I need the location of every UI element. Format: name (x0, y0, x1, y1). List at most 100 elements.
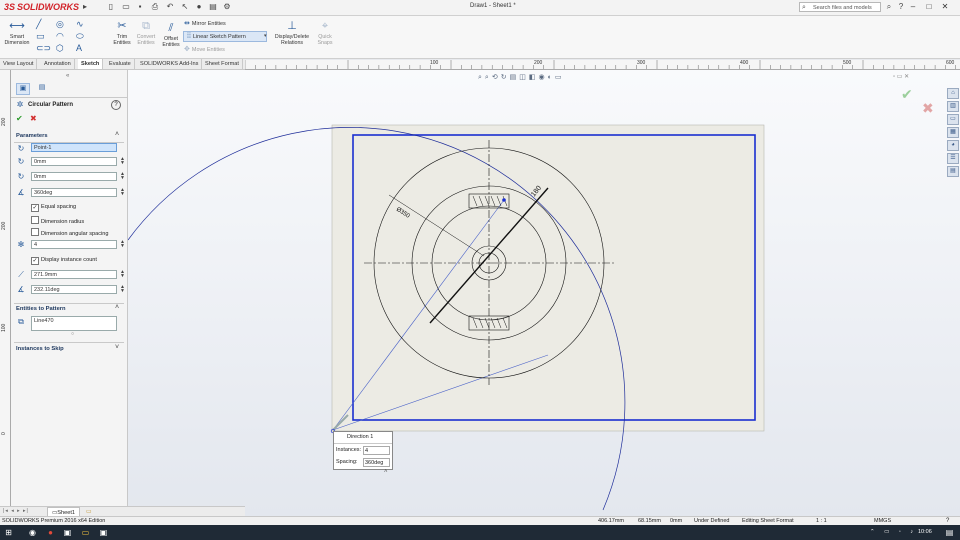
move-icon: ✥ (184, 46, 190, 53)
angle-field[interactable]: 360deg (31, 188, 117, 197)
popup-instances-field[interactable]: 4 (363, 446, 390, 455)
arc-icon[interactable]: ◠ (56, 31, 64, 42)
app-red-icon[interactable]: ● (45, 527, 56, 538)
dimension-angular-spacing-checkbox[interactable]: Dimension angular spacing (31, 228, 108, 237)
tab-solidworks-add-ins[interactable]: SOLIDWORKS Add-Ins (137, 59, 203, 69)
slot-icon[interactable]: ⊂⊃ (36, 43, 51, 54)
center-y-stepper[interactable]: ▲ ▼ (120, 172, 125, 181)
trim-entities-button[interactable]: ✂ Trim Entities (110, 19, 134, 46)
center-y-icon: ↻ (17, 172, 25, 181)
rectangle-icon[interactable]: ▭ (36, 31, 45, 42)
chevron-down-icon[interactable]: ˅ (115, 344, 119, 351)
drawing-canvas[interactable]: Ø350 180 (128, 70, 960, 516)
polygon-icon[interactable]: ⬡ (56, 43, 64, 54)
add-sheet-icon[interactable]: ▭ (86, 508, 92, 515)
move-entities-button[interactable]: ✥ Move Entities (184, 45, 225, 54)
help-icon[interactable]: ? (111, 100, 121, 110)
clock[interactable]: 10:06 (918, 529, 932, 535)
circle-icon[interactable]: ◎ (56, 19, 64, 30)
entities-list[interactable]: Line470 (31, 316, 117, 331)
convert-entities-button[interactable]: ⧉ Convert Entities (134, 19, 158, 46)
instances-to-skip-header[interactable]: Instances to Skip (16, 346, 64, 352)
search-input[interactable]: ⌕ Search files and models (799, 2, 881, 12)
display-delete-relations-button[interactable]: ⊥ Display/Delete Relations (272, 19, 312, 46)
entities-section-header[interactable]: Entities to Pattern (16, 306, 66, 312)
parameters-section-header[interactable]: Parameters (16, 133, 48, 139)
display-instance-count-checkbox[interactable]: ✓ Display instance count (31, 257, 97, 265)
mirror-entities-button[interactable]: ⇹ Mirror Entities (184, 19, 226, 28)
new-document-icon[interactable]: ▯ (106, 2, 116, 12)
pattern-dropdown-arrow-icon[interactable]: ▾ (264, 33, 267, 39)
check-icon[interactable]: ✔ (16, 114, 23, 123)
sheet-navigation-icon[interactable]: |◂ ◂ ▸ ▸| (3, 508, 29, 514)
text-icon[interactable]: A (76, 43, 82, 53)
tab-sketch[interactable]: Sketch (78, 59, 104, 69)
rebuild-icon[interactable]: ● (194, 2, 204, 12)
angle-stepper[interactable]: ▲ ▼ (120, 188, 125, 197)
center-x-field[interactable]: 0mm (31, 157, 117, 166)
spline-icon[interactable]: ∿ (76, 19, 84, 30)
popup-collapse-icon[interactable]: ˄ (384, 469, 388, 475)
solidworks-logo[interactable]: 3S SOLIDWORKS (4, 2, 79, 12)
chrome-icon[interactable]: ◉ (27, 527, 38, 538)
solidworks-taskbar-icon[interactable]: ▣ (62, 527, 73, 538)
options-gear-icon[interactable]: ⚙ (222, 2, 232, 12)
open-folder-icon[interactable]: ▭ (121, 2, 131, 12)
search-commands-icon[interactable]: ⌕ (884, 2, 894, 12)
help-icon[interactable]: ? (896, 2, 906, 12)
resize-handle-icon[interactable]: ○ (71, 331, 74, 337)
smart-dimension-button[interactable]: ⟷ Smart Dimension (2, 19, 32, 46)
quick-snaps-button[interactable]: ⌖ Quick Snaps (313, 19, 337, 46)
chevron-up-icon[interactable]: ˄ (115, 304, 119, 311)
file-explorer-icon[interactable]: ▭ (947, 114, 959, 125)
tab-view-layout[interactable]: View Layout (0, 59, 38, 69)
arc-angle-field[interactable]: 232.11deg (31, 285, 117, 294)
x-icon[interactable]: ✖ (30, 114, 37, 123)
graphics-area[interactable]: ⌕⌕⟲↻▤◫◧◉◐▭ ▫ ▭ ✕ ✔ ✖ Ø350 180 (128, 70, 960, 516)
ellipse-icon[interactable]: ⬭ (76, 31, 84, 42)
windows-start-icon[interactable]: ⊞ (3, 527, 14, 538)
file-properties-icon[interactable]: ▤ (208, 2, 218, 12)
configuration-tab-icon[interactable]: ▤ (36, 83, 48, 93)
print-icon[interactable]: ⎙ (150, 2, 160, 12)
divider (11, 97, 127, 98)
property-manager-tab-icon[interactable]: ▣ (16, 83, 30, 95)
custom-properties-icon[interactable]: ☰ (947, 153, 959, 164)
linear-sketch-pattern-button[interactable]: ⁞⁞ Linear Sketch Pattern (183, 31, 267, 42)
equal-spacing-checkbox[interactable]: ✓ Equal spacing (31, 204, 76, 212)
expand-menu-icon[interactable]: ▸ (80, 2, 90, 12)
center-x-stepper[interactable]: ▲ ▼ (120, 157, 125, 166)
appearances-icon[interactable]: ◕ (947, 140, 959, 151)
chevron-up-icon[interactable]: ˄ (115, 131, 119, 138)
tab-evaluate[interactable]: Evaluate (106, 59, 135, 69)
pattern-endpoint[interactable] (502, 198, 506, 202)
instances-field[interactable]: 4 (31, 240, 117, 249)
restore-button[interactable]: □ (922, 1, 936, 13)
popup-spacing-field[interactable]: 360deg (363, 458, 390, 467)
tab-annotation[interactable]: Annotation (41, 59, 75, 69)
select-icon[interactable]: ↖ (180, 2, 190, 12)
undo-icon[interactable]: ↶ (165, 2, 175, 12)
design-library-icon[interactable]: ▥ (947, 101, 959, 112)
center-point-field[interactable]: Point-1 (31, 143, 117, 152)
save-icon[interactable]: ▪ (135, 2, 145, 12)
radius-stepper[interactable]: ▲ ▼ (120, 270, 125, 279)
file-explorer-taskbar-icon[interactable]: ▭ (80, 527, 91, 538)
view-palette-icon[interactable]: ▦ (947, 127, 959, 138)
panel-collapse-icon[interactable]: « (66, 73, 69, 79)
tab-sheet-format[interactable]: Sheet Format (202, 59, 243, 69)
dimension-radius-checkbox[interactable]: Dimension radius (31, 216, 84, 225)
notifications-icon[interactable]: ▤ (944, 527, 955, 538)
offset-entities-button[interactable]: ⫽ Offset Entities (159, 21, 183, 48)
radius-field[interactable]: 271.9mm (31, 270, 117, 279)
center-y-field[interactable]: 0mm (31, 172, 117, 181)
system-tray-icons[interactable]: ⌃ ▭ ◦ ♪ (870, 529, 917, 535)
app-taskbar-icon[interactable]: ▣ (98, 527, 109, 538)
home-icon[interactable]: ⌂ (947, 88, 959, 99)
close-button[interactable]: ✕ (938, 1, 952, 13)
arc-angle-stepper[interactable]: ▲ ▼ (120, 285, 125, 294)
line-icon[interactable]: ╱ (36, 19, 41, 30)
instances-stepper[interactable]: ▲ ▼ (120, 240, 125, 249)
forum-icon[interactable]: ▤ (947, 166, 959, 177)
minimize-button[interactable]: – (906, 1, 920, 13)
